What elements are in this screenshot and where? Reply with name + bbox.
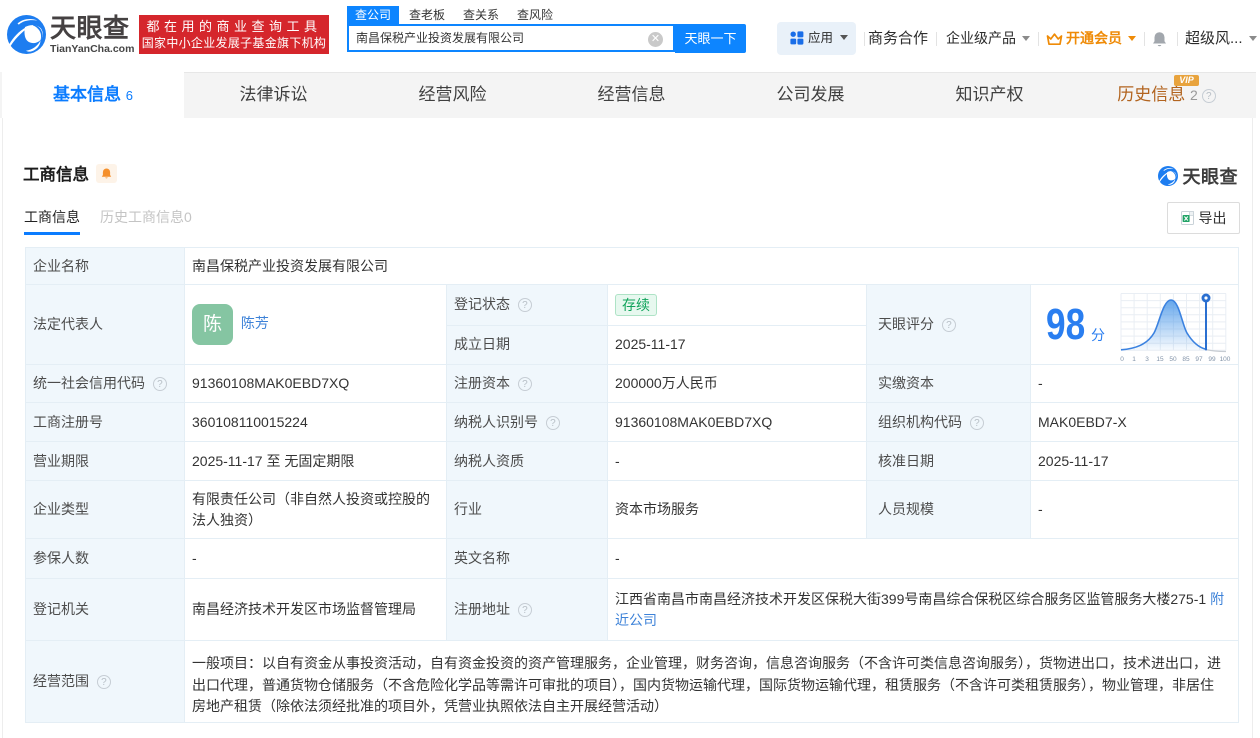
- svg-text:97: 97: [1195, 356, 1203, 363]
- svg-text:3: 3: [1145, 356, 1149, 363]
- svg-text:100: 100: [1220, 356, 1231, 363]
- svg-text:50: 50: [1169, 356, 1177, 363]
- svg-text:15: 15: [1156, 356, 1164, 363]
- svg-text:1: 1: [1132, 356, 1136, 363]
- svg-text:99: 99: [1208, 356, 1216, 363]
- svg-text:0: 0: [1120, 356, 1124, 363]
- svg-text:85: 85: [1182, 356, 1190, 363]
